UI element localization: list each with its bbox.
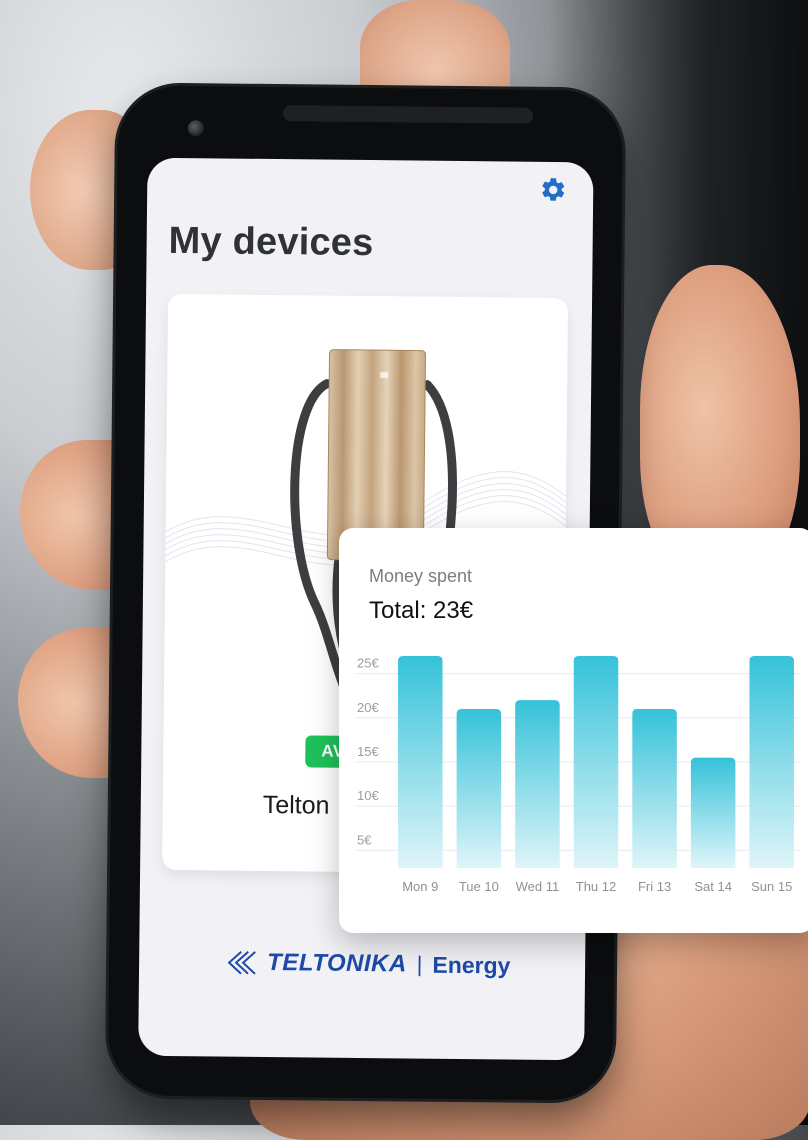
- front-camera: [187, 120, 204, 137]
- bar-thu-12[interactable]: [573, 656, 619, 868]
- gear-icon[interactable]: [539, 176, 567, 204]
- bar-sat-14[interactable]: [690, 757, 736, 868]
- x-tick-label: Tue 10: [459, 879, 499, 894]
- brand-logo: TELTONIKA | Energy: [221, 949, 511, 980]
- money-spent-card[interactable]: Money spent Total: 23€ 25€ 20€ 15€ 10€ 5€ Mon…: [339, 528, 808, 933]
- x-tick-label: Mon 9: [402, 879, 438, 894]
- x-tick-label: Sun 15: [751, 879, 792, 894]
- money-spent-chart: 25€ 20€ 15€ 10€ 5€ Mon 9 Tue 10 Wed 11 Thu 12 Fri…: [355, 656, 801, 894]
- y-tick-label: 10€: [357, 788, 379, 803]
- bar-tue-10[interactable]: [456, 709, 502, 868]
- y-tick-label: 5€: [357, 832, 372, 847]
- x-tick-label: Thu 12: [576, 879, 616, 894]
- bar-mon-9[interactable]: [398, 656, 443, 868]
- brand-name: TELTONIKA: [266, 948, 407, 978]
- device-name: Telton: [262, 790, 330, 820]
- brand-separator: |: [416, 951, 423, 977]
- y-tick-label: 25€: [357, 656, 379, 671]
- x-tick-label: Wed 11: [516, 879, 560, 894]
- x-tick-label: Fri 13: [638, 879, 671, 894]
- bar-wed-11[interactable]: [515, 700, 560, 868]
- bar-sun-15[interactable]: [749, 656, 794, 868]
- bar-fri-13[interactable]: [632, 709, 677, 868]
- page-title: My devices: [168, 219, 374, 265]
- y-tick-label: 15€: [357, 744, 379, 759]
- y-tick-label: 20€: [357, 700, 379, 715]
- earpiece-speaker: [282, 105, 534, 124]
- brand-product: Energy: [432, 951, 511, 979]
- x-tick-label: Sat 14: [694, 879, 732, 894]
- teltonika-logo-icon: [227, 950, 256, 975]
